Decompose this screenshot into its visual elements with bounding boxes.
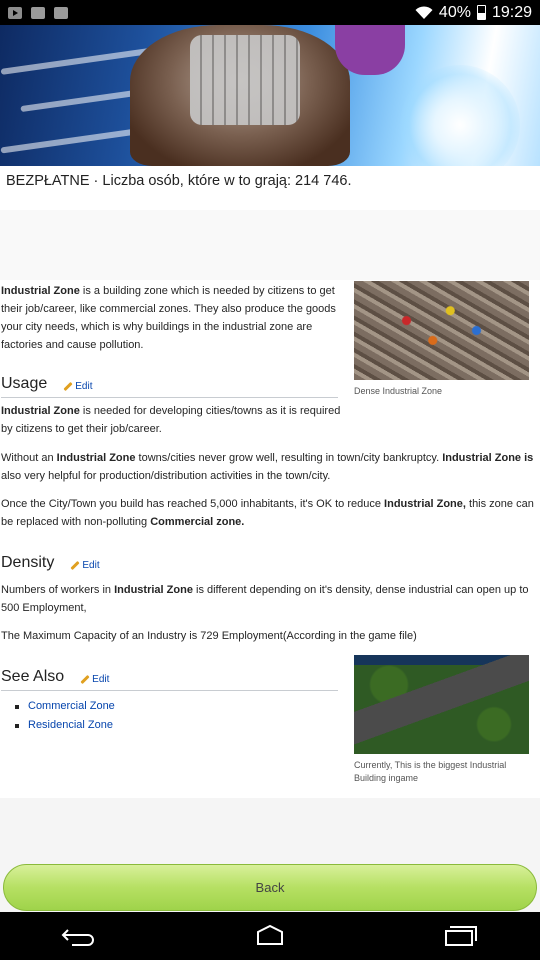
dense-industrial-image[interactable]	[354, 281, 529, 380]
back-button[interactable]: Back	[3, 864, 537, 911]
spacer	[0, 210, 540, 280]
home-nav-icon[interactable]	[250, 924, 290, 948]
usage-heading: Usage Edit	[1, 375, 92, 396]
recent-apps-icon[interactable]	[440, 924, 480, 948]
commercial-zone-link[interactable]: Commercial zone.	[150, 516, 244, 528]
density-paragraph-2: The Maximum Capacity of an Industry is 7…	[1, 630, 417, 642]
battery-icon	[476, 5, 486, 20]
usage-edit-link[interactable]: Edit	[63, 378, 92, 396]
density-heading: Density Edit	[1, 554, 100, 575]
app-notification-icon	[54, 6, 68, 19]
android-nav-bar	[0, 912, 540, 960]
wiki-article: Industrial Zone is a building zone which…	[0, 280, 540, 798]
divider	[1, 690, 338, 691]
gallery-notification-icon	[31, 6, 45, 19]
pencil-icon	[70, 560, 80, 571]
list-item: Residencial Zone	[13, 716, 115, 735]
game-banner-image	[0, 25, 540, 166]
industrial-zone-thumbnail[interactable]: Dense Industrial Zone	[354, 281, 529, 398]
wifi-icon	[415, 5, 433, 19]
image-caption: Currently, This is the biggest Industria…	[354, 760, 507, 783]
usage-paragraph-3: Once the City/Town you build has reached…	[1, 498, 534, 528]
see-also-edit-link[interactable]: Edit	[80, 671, 109, 689]
usage-paragraph-2: Without an Industrial Zone towns/cities …	[1, 452, 534, 482]
list-item: Commercial Zone	[13, 697, 115, 716]
intro-paragraph: Industrial Zone is a building zone which…	[1, 285, 336, 351]
density-paragraph-1: Numbers of workers in Industrial Zone is…	[1, 584, 529, 614]
player-count-line: BEZPŁATNE · Liczba osób, które w to graj…	[6, 173, 352, 189]
clock: 19:29	[491, 3, 532, 21]
battery-percent: 40%	[438, 3, 471, 21]
see-also-list: Commercial Zone Residencial Zone	[13, 697, 115, 735]
usage-paragraph-1: Industrial Zone is needed for developing…	[1, 405, 341, 435]
density-edit-link[interactable]: Edit	[70, 557, 100, 575]
image-caption: Dense Industrial Zone	[354, 386, 443, 396]
status-bar: 40% 19:29	[0, 0, 540, 25]
industrial-building-image[interactable]	[354, 655, 529, 754]
pencil-icon	[63, 381, 73, 392]
pencil-icon	[80, 674, 90, 685]
youtube-notification-icon	[8, 6, 22, 19]
back-nav-icon[interactable]	[60, 924, 100, 948]
commercial-zone-link[interactable]: Commercial Zone	[28, 700, 115, 712]
industrial-building-thumbnail[interactable]: Currently, This is the biggest Industria…	[354, 655, 529, 785]
residencial-zone-link[interactable]: Residencial Zone	[28, 719, 113, 731]
see-also-heading: See Also Edit	[1, 668, 109, 689]
divider	[1, 397, 338, 398]
